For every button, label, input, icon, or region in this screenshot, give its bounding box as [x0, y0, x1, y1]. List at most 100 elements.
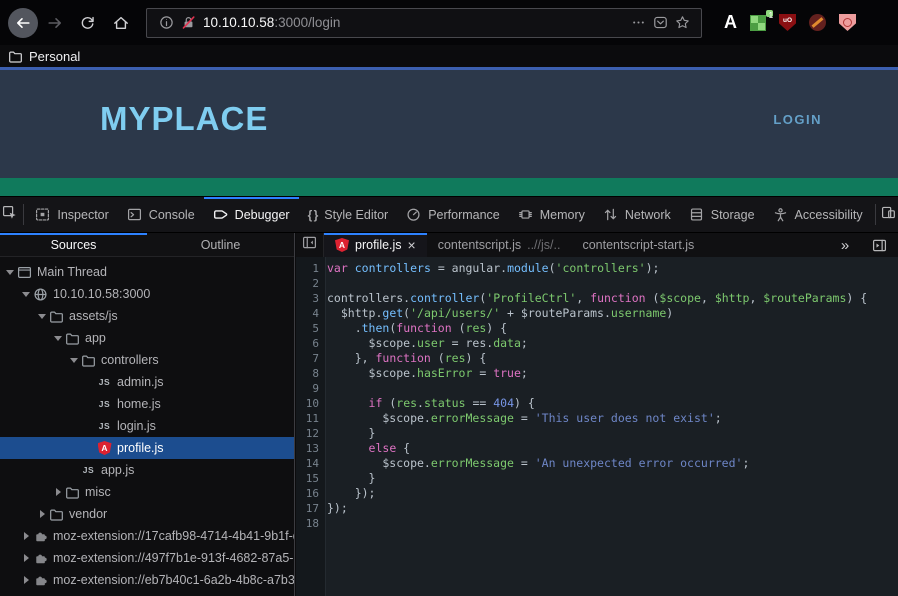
line-number[interactable]: 1	[296, 261, 325, 276]
devtools-tab-storage[interactable]: Storage	[680, 197, 764, 232]
line-number[interactable]: 8	[296, 366, 325, 381]
devtools-tab-style-editor[interactable]: { }Style Editor	[299, 197, 398, 232]
line-number[interactable]: 3	[296, 291, 325, 306]
tree-item-assets-js[interactable]: assets/js	[0, 305, 294, 327]
container-tab[interactable]: Personal	[0, 45, 898, 67]
code-line[interactable]	[327, 381, 898, 396]
line-number[interactable]: 4	[296, 306, 325, 321]
noscript-icon[interactable]	[809, 14, 826, 31]
code-line[interactable]: });	[327, 501, 898, 516]
devtools-tab-network[interactable]: Network	[594, 197, 680, 232]
twisty-open-icon[interactable]	[4, 270, 16, 275]
code-line[interactable]: $scope.user = res.data;	[327, 336, 898, 351]
twisty-open-icon[interactable]	[20, 292, 32, 297]
tree-item-moz-extension-497f7b1e-913f-4682-87a5-751[interactable]: moz-extension://497f7b1e-913f-4682-87a5-…	[0, 547, 294, 569]
line-number[interactable]: 9	[296, 381, 325, 396]
line-number[interactable]: 14	[296, 456, 325, 471]
tree-item-moz-extension-eb7b40c1-6a2b-4b8c-a7b3-faa[interactable]: moz-extension://eb7b40c1-6a2b-4b8c-a7b3-…	[0, 569, 294, 591]
tree-item-controllers[interactable]: controllers	[0, 349, 294, 371]
expand-panes-button[interactable]	[864, 238, 894, 253]
tree-item-login.js[interactable]: JSlogin.js	[0, 415, 294, 437]
back-button[interactable]	[8, 8, 38, 38]
twisty-closed-icon[interactable]	[36, 510, 48, 518]
collapse-sources-button[interactable]	[296, 233, 324, 257]
twisty-open-icon[interactable]	[36, 314, 48, 319]
line-number[interactable]: 18	[296, 516, 325, 531]
tree-item-10.10.10.58-3000[interactable]: 10.10.10.58:3000	[0, 283, 294, 305]
twisty-open-icon[interactable]	[68, 358, 80, 363]
page-actions-icon[interactable]	[627, 15, 649, 30]
code-line[interactable]: .then(function (res) {	[327, 321, 898, 336]
extension-green-icon[interactable]: 1	[750, 15, 766, 31]
line-number[interactable]: 16	[296, 486, 325, 501]
line-number[interactable]: 13	[296, 441, 325, 456]
code-line[interactable]: }	[327, 471, 898, 486]
bookmark-star-icon[interactable]	[671, 15, 693, 30]
tree-item-app[interactable]: app	[0, 327, 294, 349]
code-line[interactable]: }, function (res) {	[327, 351, 898, 366]
forward-button[interactable]	[40, 8, 70, 38]
tree-item-home.js[interactable]: JShome.js	[0, 393, 294, 415]
tree-item-moz-extension-17cafb98-4714-4b41-9b1f-d415[interactable]: moz-extension://17cafb98-4714-4b41-9b1f-…	[0, 525, 294, 547]
shield-extension-icon[interactable]	[839, 14, 856, 31]
twisty-closed-icon[interactable]	[20, 532, 32, 540]
extension-a-icon[interactable]: A	[724, 12, 737, 33]
devtools-tab-accessibility[interactable]: Accessibility	[764, 197, 872, 232]
line-number[interactable]: 11	[296, 411, 325, 426]
more-tabs-button[interactable]: »	[830, 238, 860, 253]
panel-tab-sources[interactable]: Sources	[0, 233, 147, 256]
code-line[interactable]: var controllers = angular.module('contro…	[327, 261, 898, 276]
code-line[interactable]: $scope.hasError = true;	[327, 366, 898, 381]
url-bar[interactable]: 10.10.10.58:3000/login	[146, 8, 702, 38]
pocket-icon[interactable]	[649, 15, 671, 30]
code-line[interactable]: if (res.status == 404) {	[327, 396, 898, 411]
home-button[interactable]	[106, 8, 136, 38]
close-icon[interactable]: ×	[408, 238, 416, 253]
line-number[interactable]: 7	[296, 351, 325, 366]
reload-button[interactable]	[72, 8, 102, 38]
tree-item-misc[interactable]: misc	[0, 481, 294, 503]
line-number[interactable]: 5	[296, 321, 325, 336]
devtools-tab-inspector[interactable]: Inspector	[26, 197, 117, 232]
twisty-open-icon[interactable]	[52, 336, 64, 341]
tree-item-admin.js[interactable]: JSadmin.js	[0, 371, 294, 393]
editor-tab-contentscript-start-js[interactable]: contentscript-start.js	[571, 233, 705, 257]
editor-tab-contentscript-js[interactable]: contentscript.js..//js/..	[427, 233, 572, 257]
twisty-closed-icon[interactable]	[20, 554, 32, 562]
devtools-tab-console[interactable]: Console	[118, 197, 204, 232]
site-info-icon[interactable]	[155, 15, 177, 30]
editor-tab-profile-js[interactable]: Aprofile.js×	[324, 233, 427, 257]
code-line[interactable]: });	[327, 486, 898, 501]
code-line[interactable]: $http.get('/api/users/' + $routeParams.u…	[327, 306, 898, 321]
twisty-closed-icon[interactable]	[52, 488, 64, 496]
line-number[interactable]: 15	[296, 471, 325, 486]
tree-item-vendor[interactable]: vendor	[0, 503, 294, 525]
login-link[interactable]: LOGIN	[773, 112, 822, 127]
line-number[interactable]: 6	[296, 336, 325, 351]
line-number[interactable]: 12	[296, 426, 325, 441]
code-line[interactable]: else {	[327, 441, 898, 456]
ublock-icon[interactable]: uO	[779, 14, 796, 31]
devtools-tab-memory[interactable]: Memory	[509, 197, 594, 232]
code-line[interactable]: }	[327, 426, 898, 441]
line-number[interactable]: 10	[296, 396, 325, 411]
line-number[interactable]: 2	[296, 276, 325, 291]
tree-item-app.js[interactable]: JSapp.js	[0, 459, 294, 481]
insecure-lock-icon[interactable]	[177, 15, 199, 30]
code-line[interactable]: controllers.controller('ProfileCtrl', fu…	[327, 291, 898, 306]
twisty-closed-icon[interactable]	[20, 576, 32, 584]
tree-item-main-thread[interactable]: Main Thread	[0, 261, 294, 283]
code-line[interactable]: $scope.errorMessage = 'This user does no…	[327, 411, 898, 426]
panel-tab-outline[interactable]: Outline	[147, 233, 294, 256]
code-line[interactable]: $scope.errorMessage = 'An unexpected err…	[327, 456, 898, 471]
code-line[interactable]	[327, 276, 898, 291]
line-number[interactable]: 17	[296, 501, 325, 516]
responsive-mode-button[interactable]	[878, 197, 898, 232]
devtools-tab-label: Accessibility	[795, 208, 863, 222]
code-editor[interactable]: 123456789101112131415161718 var controll…	[296, 257, 898, 596]
devtools-tab-performance[interactable]: Performance	[397, 197, 509, 232]
devtools-tab-debugger[interactable]: Debugger	[204, 197, 299, 232]
pick-element-button[interactable]	[0, 197, 20, 232]
code-line[interactable]	[327, 516, 898, 531]
tree-item-profile.js[interactable]: Aprofile.js	[0, 437, 294, 459]
